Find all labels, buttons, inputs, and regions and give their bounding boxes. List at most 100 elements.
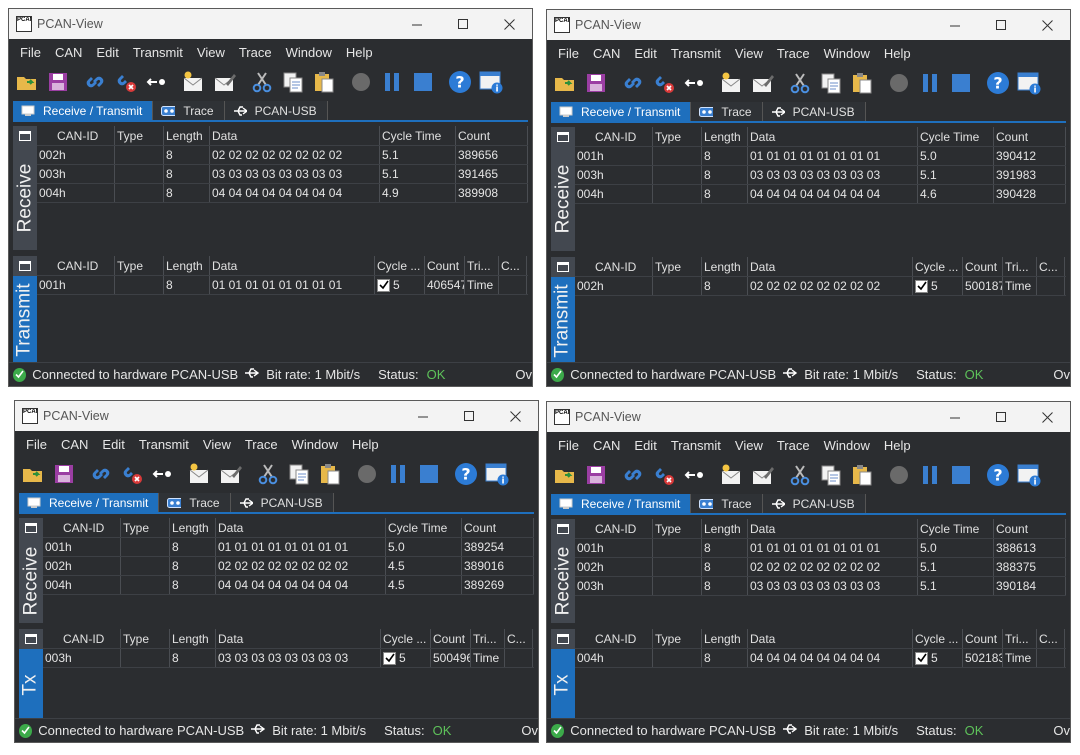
tab-trace[interactable]: Trace [153, 101, 225, 120]
table-row[interactable]: 002h 8 02 02 02 02 02 02 02 02 5.1 388375 [575, 558, 1066, 577]
link-button[interactable] [619, 70, 647, 98]
column-header[interactable]: Cycle ... [913, 629, 963, 648]
menu-trace[interactable]: Trace [238, 437, 285, 452]
column-header[interactable]: Length [170, 518, 216, 537]
column-header[interactable]: Length [702, 519, 748, 538]
pause-button[interactable] [916, 462, 944, 490]
menu-view[interactable]: View [728, 46, 770, 61]
cycle-checkbox[interactable] [915, 651, 928, 665]
column-header[interactable]: Data [210, 256, 375, 275]
close-button[interactable] [492, 401, 538, 431]
paste-button[interactable] [316, 461, 344, 489]
tab-trace[interactable]: Trace [159, 493, 231, 512]
column-header[interactable]: CAN-ID [43, 629, 121, 648]
menu-transmit[interactable]: Transmit [664, 438, 728, 453]
edit-message-button[interactable] [217, 461, 245, 489]
column-chooser-icon[interactable] [19, 629, 43, 649]
copy-button[interactable] [817, 70, 845, 98]
cut-button[interactable] [786, 70, 814, 98]
column-header[interactable]: Tri... [1003, 629, 1037, 648]
stop-button[interactable] [947, 70, 975, 98]
disconnect-button[interactable] [118, 461, 146, 489]
pause-button[interactable] [384, 461, 412, 489]
column-header[interactable]: Type [653, 257, 702, 276]
column-header[interactable]: Type [115, 126, 164, 145]
table-row[interactable]: 001h 8 01 01 01 01 01 01 01 01 5.0 389254 [43, 538, 534, 557]
copy-button[interactable] [279, 69, 307, 97]
column-chooser-icon[interactable] [551, 519, 575, 539]
connect-button[interactable] [19, 461, 47, 489]
disconnect-button[interactable] [650, 70, 678, 98]
info-button[interactable]: i [477, 69, 505, 97]
table-row[interactable]: 002h 8 02 02 02 02 02 02 02 02 5.1 389656 [37, 146, 528, 165]
column-header[interactable]: Data [748, 629, 913, 648]
column-header[interactable]: Cycle Time [918, 519, 994, 538]
tab-receive-transmit[interactable]: Receive / Transmit [13, 101, 154, 120]
menu-view[interactable]: View [190, 45, 232, 60]
menu-file[interactable]: File [551, 438, 586, 453]
help-button[interactable]: ? [446, 69, 474, 97]
minimize-button[interactable] [394, 9, 440, 39]
paste-button[interactable] [848, 462, 876, 490]
cut-button[interactable] [248, 69, 276, 97]
maximize-button[interactable] [440, 9, 486, 39]
column-header[interactable]: CAN-ID [37, 256, 115, 275]
minimize-button[interactable] [932, 10, 978, 40]
column-header[interactable]: Count [963, 257, 1003, 276]
column-header[interactable]: Data [748, 257, 913, 276]
close-button[interactable] [486, 9, 532, 39]
menu-trace[interactable]: Trace [770, 438, 817, 453]
menu-window[interactable]: Window [817, 46, 877, 61]
column-header[interactable]: Count [431, 629, 471, 648]
menu-file[interactable]: File [13, 45, 48, 60]
column-header[interactable]: Cycle ... [375, 256, 425, 275]
column-header[interactable]: Type [121, 629, 170, 648]
table-row[interactable]: 004h 8 04 04 04 04 04 04 04 04 4.5 389269 [43, 576, 534, 595]
menu-help[interactable]: Help [345, 437, 386, 452]
info-button[interactable]: i [483, 461, 511, 489]
column-header[interactable]: Count [963, 629, 1003, 648]
menu-transmit[interactable]: Transmit [664, 46, 728, 61]
table-row[interactable]: 002h 8 02 02 02 02 02 02 02 02 4.5 389016 [43, 557, 534, 576]
column-header[interactable]: Count [425, 256, 465, 275]
minimize-button[interactable] [932, 402, 978, 432]
maximize-button[interactable] [978, 402, 1024, 432]
minimize-button[interactable] [400, 401, 446, 431]
new-message-button[interactable] [180, 69, 208, 97]
maximize-button[interactable] [446, 401, 492, 431]
record-button[interactable] [347, 69, 375, 97]
menu-can[interactable]: CAN [48, 45, 89, 60]
tab-receive-transmit[interactable]: Receive / Transmit [551, 102, 692, 121]
column-header[interactable]: Length [702, 257, 748, 276]
pause-button[interactable] [378, 69, 406, 97]
table-row[interactable]: 003h 8 03 03 03 03 03 03 03 03 5.1 390184 [575, 577, 1066, 596]
column-header[interactable]: Type [121, 518, 170, 537]
tab-receive-transmit[interactable]: Receive / Transmit [19, 493, 160, 512]
menu-edit[interactable]: Edit [627, 46, 663, 61]
link-button[interactable] [87, 461, 115, 489]
help-button[interactable]: ? [452, 461, 480, 489]
cycle-checkbox[interactable] [915, 279, 928, 293]
column-chooser-icon[interactable] [551, 127, 575, 147]
column-chooser-icon[interactable] [13, 256, 37, 276]
menu-view[interactable]: View [196, 437, 238, 452]
record-button[interactable] [885, 70, 913, 98]
menu-window[interactable]: Window [279, 45, 339, 60]
stop-button[interactable] [415, 461, 443, 489]
menu-file[interactable]: File [551, 46, 586, 61]
record-button[interactable] [885, 462, 913, 490]
help-button[interactable]: ? [984, 462, 1012, 490]
menu-can[interactable]: CAN [586, 438, 627, 453]
table-row[interactable]: 004h 8 04 04 04 04 04 04 04 04 4.6 390428 [575, 185, 1066, 204]
reset-button[interactable] [681, 462, 709, 490]
menu-transmit[interactable]: Transmit [132, 437, 196, 452]
table-row[interactable]: 004h 8 04 04 04 04 04 04 04 04 4.9 389908 [37, 184, 528, 203]
column-header[interactable]: Type [115, 256, 164, 275]
column-chooser-icon[interactable] [551, 257, 575, 277]
column-header[interactable]: Tri... [1003, 257, 1037, 276]
column-header[interactable]: CAN-ID [575, 629, 653, 648]
column-header[interactable]: Type [653, 519, 702, 538]
column-chooser-icon[interactable] [19, 518, 43, 538]
new-message-button[interactable] [718, 462, 746, 490]
cycle-checkbox[interactable] [377, 278, 390, 292]
